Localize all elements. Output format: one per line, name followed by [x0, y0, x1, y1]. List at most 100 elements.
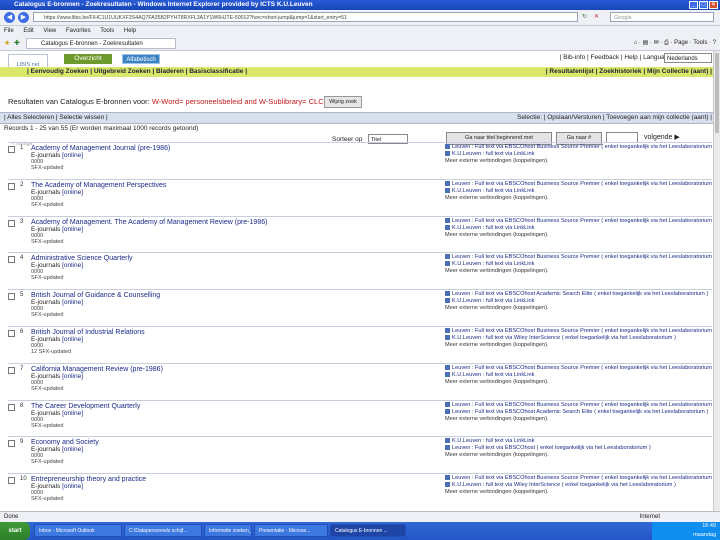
- link-text[interactable]: Meer externe verbindingen (koppelingen).: [445, 416, 549, 422]
- results-nav-links[interactable]: | Resultatenlijst | Zoekhistoriek | Mijn…: [546, 67, 712, 77]
- online-link[interactable]: [online]: [62, 226, 83, 233]
- more-links[interactable]: Meer externe verbindingen (koppelingen).: [445, 305, 549, 312]
- menu-help[interactable]: Help: [124, 28, 136, 34]
- add-favorite-icon[interactable]: ✚: [14, 39, 20, 47]
- link-text[interactable]: K.U.Leuven : full text via Wiley InterSc…: [452, 482, 676, 488]
- taskbar-button[interactable]: Presentatie - Microso...: [254, 524, 328, 537]
- link-text[interactable]: Leuven : Full text via EBSCOhost ( enkel…: [452, 445, 651, 451]
- menu-view[interactable]: View: [43, 28, 56, 34]
- alfabetisch-button[interactable]: Alfabetisch: [122, 54, 160, 64]
- taskbar-button[interactable]: Informatie zoeken_05...: [204, 524, 252, 537]
- fulltext-link[interactable]: K.U.Leuven : full text via Wiley InterSc…: [445, 482, 676, 489]
- next-label[interactable]: volgende: [644, 134, 672, 141]
- link-text[interactable]: K.U.Leuven : full text via Wiley InterSc…: [452, 335, 676, 341]
- more-links[interactable]: Meer externe verbindingen (koppelingen).: [445, 158, 549, 165]
- record-checkbox[interactable]: [8, 330, 15, 337]
- online-link[interactable]: [online]: [62, 152, 83, 159]
- record-checkbox[interactable]: [8, 440, 15, 447]
- record-checkbox[interactable]: [8, 183, 15, 190]
- back-arrow-icon[interactable]: ◀: [4, 12, 15, 23]
- link-text[interactable]: Leuven : Full text via EBSCOhost Busines…: [452, 218, 715, 224]
- language-select[interactable]: Nederlands: [664, 53, 712, 63]
- link-text[interactable]: Leuven : Full text via EBSCOhost Busines…: [452, 181, 715, 187]
- overzicht-catalogi-button[interactable]: Overzicht Catalogi: [64, 54, 112, 72]
- more-links[interactable]: Meer externe verbindingen (koppelingen).: [445, 232, 549, 239]
- fulltext-link[interactable]: Leuven : Full text via EBSCOhost Busines…: [445, 475, 715, 482]
- fulltext-link[interactable]: K.U.Leuven : full text via LinkLink: [445, 188, 534, 195]
- menu-tools[interactable]: Tools: [100, 28, 114, 34]
- close-button[interactable]: ×: [709, 1, 718, 9]
- menu-edit[interactable]: Edit: [23, 28, 33, 34]
- record-checkbox[interactable]: [8, 256, 15, 263]
- online-link[interactable]: [online]: [62, 483, 83, 490]
- link-text[interactable]: Meer externe verbindingen (koppelingen).: [445, 268, 549, 274]
- fulltext-link[interactable]: K.U.Leuven : full text via LinkLink: [445, 372, 534, 379]
- link-text[interactable]: Leuven : Full text via EBSCOhost Busines…: [452, 328, 715, 334]
- link-text[interactable]: Leuven : Full text via EBSCOhost Busines…: [452, 144, 715, 150]
- link-text[interactable]: K.U.Leuven : full text via LinkLink: [452, 438, 534, 444]
- fulltext-link[interactable]: Leuven : Full text via EBSCOhost Busines…: [445, 218, 715, 225]
- favorites-star-icon[interactable]: ★: [4, 39, 10, 47]
- fulltext-link[interactable]: K.U.Leuven : full text via LinkLink: [445, 225, 534, 232]
- more-links[interactable]: Meer externe verbindingen (koppelingen).: [445, 195, 549, 202]
- fulltext-link[interactable]: Leuven : Full text via EBSCOhost Busines…: [445, 181, 715, 188]
- link-text[interactable]: K.U.Leuven : full text via LinkLink: [452, 372, 534, 378]
- menu-file[interactable]: File: [4, 28, 14, 34]
- link-text[interactable]: Meer externe verbindingen (koppelingen).: [445, 379, 549, 385]
- taskbar-button-active[interactable]: Catalogus E-bronnen ...: [330, 524, 406, 537]
- online-link[interactable]: [online]: [62, 410, 83, 417]
- link-text[interactable]: K.U.Leuven : full text via LinkLink: [452, 225, 534, 231]
- link-text[interactable]: Meer externe verbindingen (koppelingen).: [445, 195, 549, 201]
- record-checkbox[interactable]: [8, 293, 15, 300]
- record-checkbox[interactable]: [8, 220, 15, 227]
- stop-icon[interactable]: ✕: [594, 13, 599, 20]
- fulltext-link[interactable]: Leuven : Full text via EBSCOhost Academi…: [445, 291, 708, 298]
- menu-favorites[interactable]: Favorites: [66, 28, 91, 34]
- selection-actions[interactable]: Selectie: | Opslaan/Versturen | Toevoege…: [517, 113, 712, 123]
- forward-arrow-icon[interactable]: ▶: [18, 12, 29, 23]
- command-bar[interactable]: ⌂ · ▤ · ✉ · ⎙ · Page · Tools · ?: [634, 38, 716, 49]
- online-link[interactable]: [online]: [62, 299, 83, 306]
- tab-catalogus[interactable]: Catalogus E-bronnen - Zoekresultaten: [26, 38, 176, 49]
- refresh-icon[interactable]: ↻: [582, 13, 587, 20]
- fulltext-link[interactable]: K.U.Leuven : full text via LinkLink: [445, 151, 534, 158]
- fulltext-link[interactable]: K.U.Leuven : full text via LinkLink: [445, 298, 534, 305]
- fulltext-link[interactable]: K.U.Leuven : full text via LinkLink: [445, 438, 534, 445]
- link-text[interactable]: Meer externe verbindingen (koppelingen).: [445, 489, 549, 495]
- top-links[interactable]: | Bib-info | Feedback | Help | Language: [560, 53, 672, 63]
- taskbar-button[interactable]: C:\Datapersoneels schijf...: [124, 524, 202, 537]
- record-checkbox[interactable]: [8, 404, 15, 411]
- online-link[interactable]: [online]: [62, 189, 83, 196]
- online-link[interactable]: [online]: [62, 262, 83, 269]
- minimize-button[interactable]: _: [689, 1, 698, 9]
- next-arrow-icon[interactable]: ▶: [674, 134, 679, 141]
- fulltext-link[interactable]: Leuven : Full text via EBSCOhost Academi…: [445, 409, 708, 416]
- scrollbar-thumb[interactable]: [715, 53, 719, 133]
- link-text[interactable]: K.U.Leuven : full text via LinkLink: [452, 261, 534, 267]
- link-text[interactable]: Meer externe verbindingen (koppelingen).: [445, 158, 549, 164]
- search-nav-links[interactable]: | Eenvoudig Zoeken | Uitgebreid Zoeken |…: [27, 67, 247, 77]
- link-text[interactable]: Meer externe verbindingen (koppelingen).: [445, 305, 549, 311]
- fulltext-link[interactable]: K.U.Leuven : full text via LinkLink: [445, 261, 534, 268]
- taskbar-button[interactable]: Inbox - Microsoft Outlook: [34, 524, 122, 537]
- fulltext-link[interactable]: Leuven : Full text via EBSCOhost Busines…: [445, 254, 715, 261]
- select-all-links[interactable]: | Alles Selecteren | Selectie wissen |: [4, 113, 108, 123]
- link-text[interactable]: K.U.Leuven : full text via LinkLink: [452, 151, 534, 157]
- vertical-scrollbar[interactable]: [713, 51, 720, 511]
- more-links[interactable]: Meer externe verbindingen (koppelingen).: [445, 268, 549, 275]
- link-text[interactable]: Leuven : Full text via EBSCOhost Busines…: [452, 475, 715, 481]
- more-links[interactable]: Meer externe verbindingen (koppelingen).: [445, 379, 549, 386]
- link-text[interactable]: Meer externe verbindingen (koppelingen).: [445, 232, 549, 238]
- link-text[interactable]: K.U.Leuven : full text via LinkLink: [452, 298, 534, 304]
- record-checkbox[interactable]: [8, 367, 15, 374]
- link-text[interactable]: Leuven : Full text via EBSCOhost Busines…: [452, 365, 715, 371]
- link-text[interactable]: K.U.Leuven : full text via LinkLink: [452, 188, 534, 194]
- start-button[interactable]: start: [0, 522, 30, 540]
- link-text[interactable]: Leuven : Full text via EBSCOhost Academi…: [452, 291, 708, 297]
- more-links[interactable]: Meer externe verbindingen (koppelingen).: [445, 416, 549, 423]
- more-links[interactable]: Meer externe verbindingen (koppelingen).: [445, 489, 549, 496]
- fulltext-link[interactable]: Leuven : Full text via EBSCOhost Busines…: [445, 144, 715, 151]
- link-text[interactable]: Leuven : Full text via EBSCOhost Busines…: [452, 254, 715, 260]
- fulltext-link[interactable]: Leuven : Full text via EBSCOhost Busines…: [445, 402, 715, 409]
- search-input[interactable]: Google: [610, 12, 714, 22]
